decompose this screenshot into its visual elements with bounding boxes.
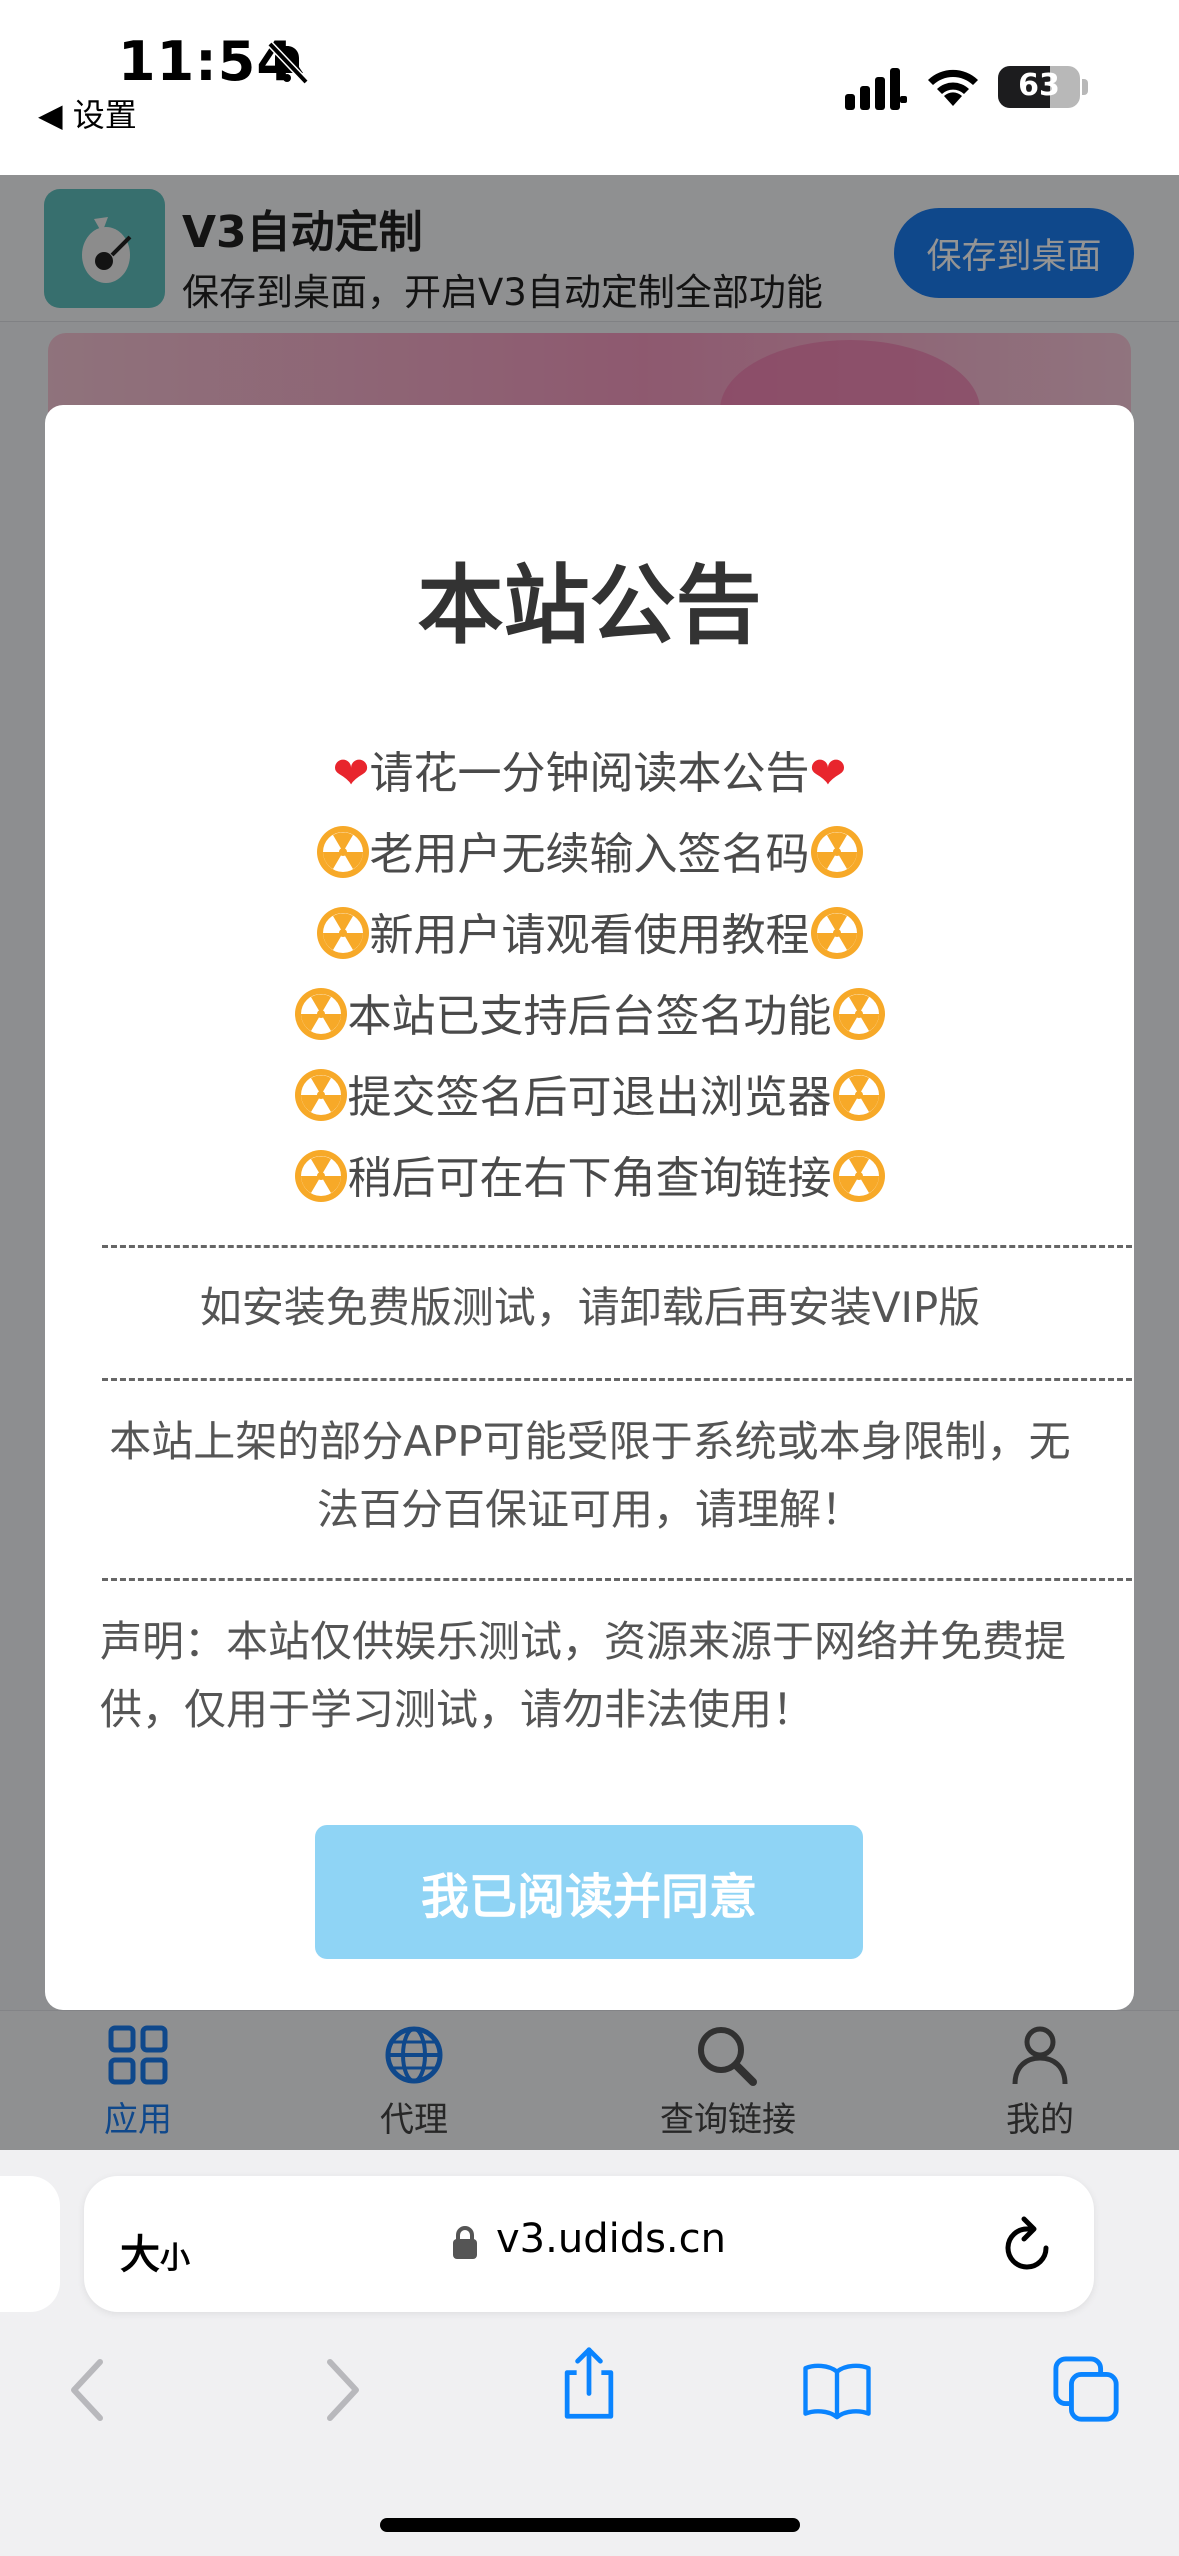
text-size-large: 大 [120,2232,160,2278]
radioactive-icon [316,907,369,959]
tabs-icon[interactable] [1052,2352,1122,2428]
url-text[interactable]: v3.udids.cn [496,2216,726,2262]
agree-button[interactable]: 我已阅读并同意 [315,1825,863,1959]
radioactive-icon [294,1069,347,1121]
lock-icon [453,2226,477,2259]
notice-text: 稍后可在右下角查询链接 [347,1153,832,1204]
battery-cap [1082,79,1088,95]
battery-indicator: 63 [998,66,1080,108]
previous-tab-preview[interactable] [0,2176,60,2312]
radioactive-icon [316,826,369,878]
paragraph-free-version: 如安装免费版测试，请卸载后再安装VIP版 [199,1283,981,1332]
modal-title: 本站公告 [417,556,762,656]
dashed-divider [102,1245,1132,1248]
forward-icon[interactable] [306,2352,376,2428]
dashed-divider [102,1578,1132,1581]
radioactive-icon [832,1069,885,1121]
paragraph-disclaimer: 本站上架的部分APP可能受限于系统或本身限制，无法百分百保证可用，请理解！ [109,1417,1071,1534]
wifi-icon [928,69,978,106]
bell-slash-icon [267,41,309,85]
dashed-divider [102,1378,1132,1381]
radioactive-icon [294,1150,347,1202]
notice-text: 老用户无续输入签名码 [369,829,810,880]
text-size-button[interactable]: 大小 [120,2222,190,2280]
notice-line: 老用户无续输入签名码 [45,818,1134,882]
heart-icon: ❤ [332,748,370,799]
bookmarks-icon[interactable] [802,2352,872,2428]
back-to-app-link[interactable]: ◀ 设置 [38,90,137,136]
radioactive-icon [294,988,347,1040]
cellular-signal-icon [845,68,907,110]
share-icon[interactable] [554,2346,624,2422]
notice-line: 本站已支持后台签名功能 [45,980,1134,1044]
notice-line: 提交签名后可退出浏览器 [45,1061,1134,1125]
home-indicator [380,2518,800,2532]
radioactive-icon [810,907,863,959]
heart-icon: ❤ [809,748,847,799]
notice-line: ❤请花一分钟阅读本公告❤ [45,737,1134,801]
paragraph-statement: 声明：本站仅供娱乐测试，资源来源于网络并免费提供，仅用于学习测试，请勿非法使用！ [100,1617,1067,1734]
back-icon[interactable] [54,2352,124,2428]
notice-text: 提交签名后可退出浏览器 [347,1072,832,1123]
reload-icon[interactable] [1000,2214,1056,2274]
notice-line: 稍后可在右下角查询链接 [45,1142,1134,1206]
radioactive-icon [810,826,863,878]
text-size-small: 小 [160,2241,190,2276]
notice-text: 新用户请观看使用教程 [369,910,810,961]
notice-text: 请花一分钟阅读本公告 [369,748,810,799]
notice-text: 本站已支持后台签名功能 [347,991,832,1042]
radioactive-icon [832,1150,885,1202]
notice-line: 新用户请观看使用教程 [45,899,1134,963]
radioactive-icon [832,988,885,1040]
